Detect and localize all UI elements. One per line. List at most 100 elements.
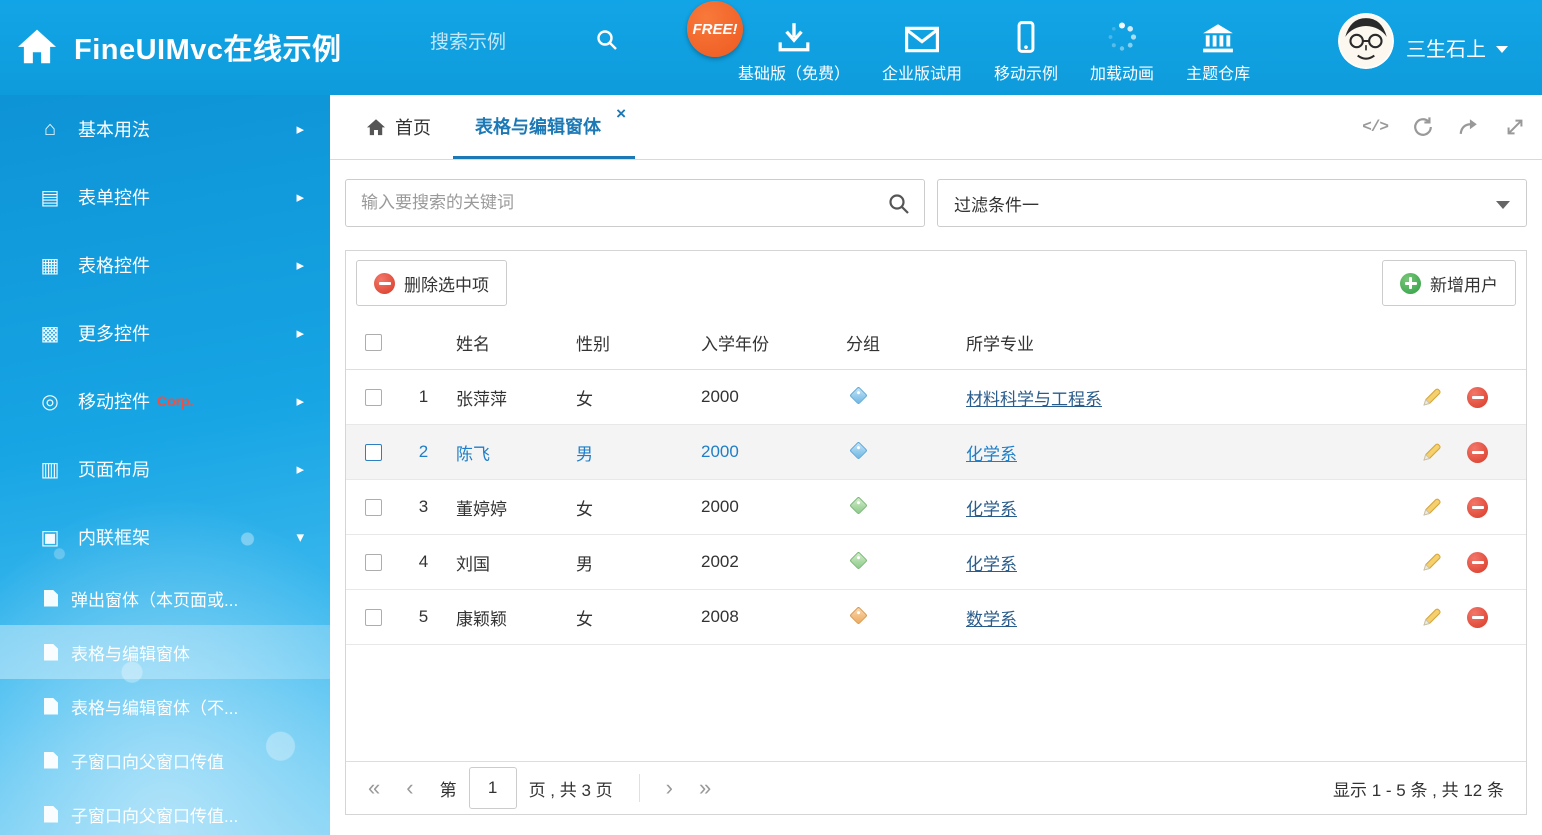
sidebar-item[interactable]: ▣ 内联框架 — [0, 503, 330, 571]
major-link[interactable]: 材料科学与工程系 — [966, 390, 1102, 409]
nav-mobile-demo[interactable]: 移动示例 — [978, 4, 1074, 99]
edit-icon[interactable] — [1421, 551, 1443, 573]
expand-icon[interactable] — [1504, 116, 1526, 138]
sidebar-item[interactable]: ⌂ 基本用法 — [0, 95, 330, 163]
edit-icon[interactable] — [1421, 441, 1443, 463]
download-icon — [777, 19, 811, 53]
tab-bar: 首页 表格与编辑窗体 </> — [330, 95, 1542, 160]
filter-dropdown[interactable]: 过滤条件一 — [937, 179, 1527, 227]
major-link[interactable]: 化学系 — [966, 445, 1017, 464]
tag-icon — [849, 496, 867, 514]
file-icon — [44, 806, 58, 823]
row-checkbox[interactable] — [365, 444, 382, 461]
edit-icon[interactable] — [1421, 496, 1443, 518]
sidebar-item[interactable]: ▤ 表单控件 — [0, 163, 330, 231]
search-icon[interactable] — [887, 192, 911, 221]
cell-year: 2002 — [691, 552, 836, 572]
sidebar-item[interactable]: ▦ 表格控件 — [0, 231, 330, 299]
last-page-icon[interactable]: » — [699, 777, 711, 799]
table-row[interactable]: 3 董婷婷 女 2000 化学系 — [346, 480, 1526, 535]
delete-selected-button[interactable]: 删除选中项 — [356, 260, 507, 306]
sidebar-subitem[interactable]: 弹出窗体（本页面或... — [0, 571, 330, 625]
sidebar-subitem[interactable]: 表格与编辑窗体（不... — [0, 679, 330, 733]
table-row[interactable]: 5 康颖颖 女 2008 数学系 — [346, 590, 1526, 645]
delete-icon[interactable] — [1467, 387, 1488, 408]
sidebar-item-label: 移动控件 — [78, 388, 150, 414]
refresh-icon[interactable] — [1412, 116, 1434, 138]
sidebar-item[interactable]: ▩ 更多控件 — [0, 299, 330, 367]
nav-enterprise-trial[interactable]: 企业版试用 — [866, 4, 978, 99]
delete-icon[interactable] — [1467, 497, 1488, 518]
nav-theme-store[interactable]: 主题仓库 — [1170, 4, 1266, 99]
user-avatar[interactable] — [1338, 13, 1394, 69]
nav-basic-free[interactable]: 基础版（免费） — [722, 4, 866, 99]
first-page-icon[interactable]: « — [368, 777, 380, 799]
page-suffix: 页 , 共 3 页 — [529, 776, 613, 801]
nav-label: 主题仓库 — [1186, 60, 1250, 84]
tag-icon — [849, 551, 867, 569]
home-icon — [366, 118, 386, 136]
cell-name: 陈飞 — [446, 440, 566, 465]
sidebar-item[interactable]: ◎ 移动控件 Corp. — [0, 367, 330, 435]
column-name[interactable]: 姓名 — [446, 330, 566, 355]
table-row[interactable]: 1 张萍萍 女 2000 材料科学与工程系 — [346, 370, 1526, 425]
source-code-icon[interactable]: </> — [1362, 118, 1388, 136]
nav-label: 基础版（免费） — [738, 60, 850, 84]
major-link[interactable]: 化学系 — [966, 500, 1017, 519]
delete-icon[interactable] — [1467, 552, 1488, 573]
table-row[interactable]: 2 陈飞 男 2000 化学系 — [346, 425, 1526, 480]
wifi-icon: ◎ — [36, 389, 64, 414]
sidebar-subitem[interactable]: 表格与编辑窗体 — [0, 625, 330, 679]
chevron-icon — [296, 120, 304, 138]
column-group[interactable]: 分组 — [836, 330, 956, 355]
edit-icon[interactable] — [1421, 386, 1443, 408]
form-icon: ▤ — [36, 185, 64, 210]
cell-gender: 女 — [566, 605, 691, 630]
minus-circle-icon — [374, 273, 395, 294]
tag-icon — [849, 606, 867, 624]
filter-dropdown-value: 过滤条件一 — [954, 191, 1039, 216]
user-menu[interactable]: 三生石上 — [1406, 33, 1508, 62]
table-body: 1 张萍萍 女 2000 材料科学与工程系 2 — [346, 370, 1526, 645]
page-number-input[interactable] — [469, 767, 517, 809]
delete-icon[interactable] — [1467, 607, 1488, 628]
tab-home[interactable]: 首页 — [344, 95, 453, 159]
nav-loading-animation[interactable]: 加载动画 — [1074, 4, 1170, 99]
tag-icon — [849, 441, 867, 459]
sidebar-item-label: 页面布局 — [78, 456, 150, 482]
envelope-icon — [905, 19, 939, 53]
tab-grid-edit-window[interactable]: 表格与编辑窗体 — [453, 95, 635, 159]
cell-name: 刘国 — [446, 550, 566, 575]
major-link[interactable]: 化学系 — [966, 555, 1017, 574]
sidebar-subitem[interactable]: 子窗口向父窗口传值... — [0, 787, 330, 835]
add-user-button[interactable]: 新增用户 — [1382, 260, 1516, 306]
search-icon[interactable] — [595, 28, 619, 57]
sidebar-subitem[interactable]: 子窗口向父窗口传值 — [0, 733, 330, 787]
sidebar-item-label: 表格控件 — [78, 252, 150, 278]
table-icon: ▦ — [36, 253, 64, 278]
prev-page-icon[interactable]: ‹ — [406, 777, 413, 799]
mobile-icon — [1017, 19, 1035, 53]
row-checkbox[interactable] — [365, 609, 382, 626]
select-all-checkbox[interactable] — [365, 334, 382, 351]
share-icon[interactable] — [1458, 116, 1480, 138]
column-year[interactable]: 入学年份 — [691, 330, 836, 355]
edit-icon[interactable] — [1421, 606, 1443, 628]
next-page-icon[interactable]: › — [666, 777, 673, 799]
row-checkbox[interactable] — [365, 499, 382, 516]
column-major[interactable]: 所学专业 — [956, 330, 1376, 355]
column-gender[interactable]: 性别 — [566, 330, 691, 355]
header-search-input[interactable] — [430, 32, 595, 54]
row-checkbox[interactable] — [365, 554, 382, 571]
delete-icon[interactable] — [1467, 442, 1488, 463]
keyword-search-input[interactable] — [346, 180, 924, 226]
app-home-icon[interactable] — [16, 27, 58, 70]
bank-icon — [1201, 19, 1235, 53]
close-icon[interactable] — [616, 104, 626, 124]
nav-label: 移动示例 — [994, 60, 1058, 84]
major-link[interactable]: 数学系 — [966, 610, 1017, 629]
sidebar-item[interactable]: ▥ 页面布局 — [0, 435, 330, 503]
file-icon — [44, 590, 58, 607]
table-row[interactable]: 4 刘国 男 2002 化学系 — [346, 535, 1526, 590]
row-checkbox[interactable] — [365, 389, 382, 406]
